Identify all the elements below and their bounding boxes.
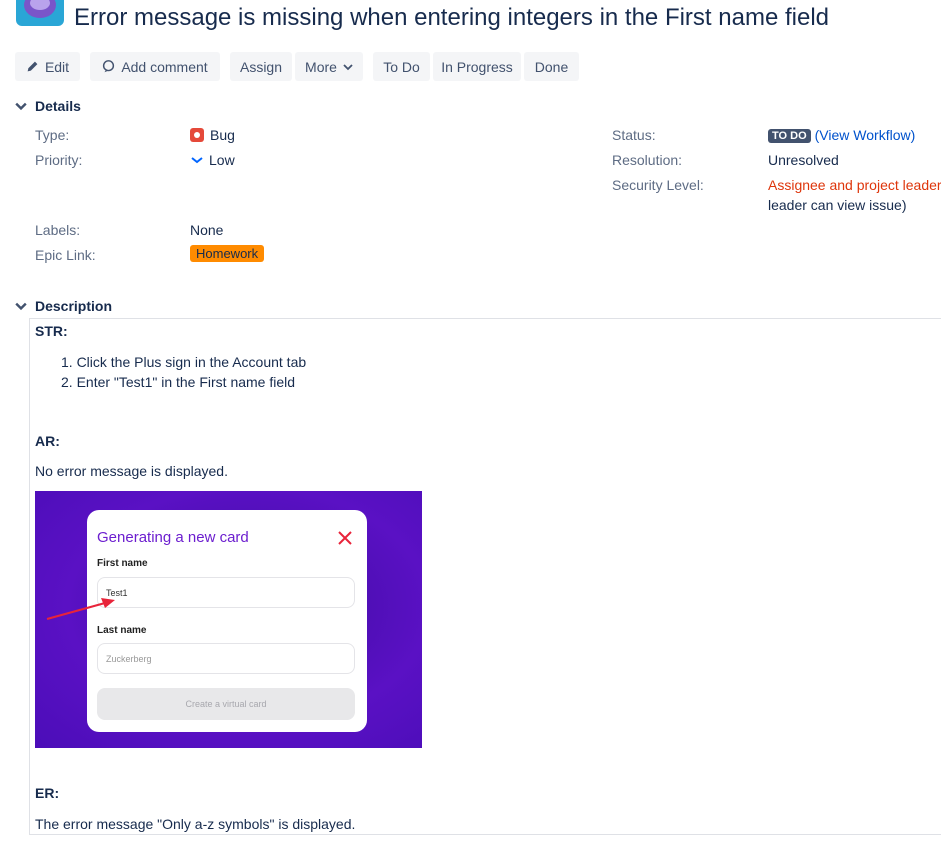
- first-name-label: First name: [97, 558, 148, 569]
- step-item: 1. Click the Plus sign in the Account ta…: [61, 354, 307, 370]
- done-label: Done: [534, 58, 569, 75]
- more-label: More: [305, 58, 337, 75]
- priority-low-icon: [191, 157, 203, 164]
- labels-label: Labels:: [35, 222, 81, 238]
- add-comment-button[interactable]: Add comment: [90, 52, 220, 81]
- last-name-field: Zuckerberg: [97, 643, 355, 674]
- epic-lozenge[interactable]: Homework: [190, 245, 265, 262]
- status-label: Status:: [612, 127, 656, 143]
- labels-value: None: [190, 222, 224, 238]
- priority-value: Low: [190, 152, 235, 168]
- resolution-label: Resolution:: [612, 152, 683, 168]
- chevron-down-icon: [343, 63, 353, 70]
- type-value: Bug: [190, 127, 235, 143]
- todo-label: To Do: [383, 58, 420, 75]
- status-lozenge: TO DO: [768, 129, 811, 143]
- in-progress-button[interactable]: In Progress: [433, 52, 521, 81]
- close-icon: [338, 531, 352, 545]
- view-workflow-link[interactable]: (View Workflow): [815, 127, 916, 143]
- todo-button[interactable]: To Do: [373, 52, 430, 81]
- er-text: The error message "Only a-z symbols" is …: [35, 816, 356, 832]
- assign-label: Assign: [239, 58, 283, 75]
- type-text: Bug: [210, 127, 235, 143]
- assign-button[interactable]: Assign: [230, 52, 292, 81]
- add-comment-label: Add comment: [121, 58, 208, 75]
- str-heading: STR:: [35, 323, 68, 339]
- resolution-value: Unresolved: [768, 152, 839, 168]
- details-toggle[interactable]: Details: [15, 98, 81, 114]
- details-heading: Details: [35, 98, 81, 114]
- er-heading: ER:: [35, 785, 60, 801]
- dialog-title: Generating a new card: [97, 529, 249, 546]
- chevron-down-icon: [15, 302, 27, 311]
- comment-icon: [103, 60, 115, 73]
- security-level-label: Security Level:: [612, 177, 704, 193]
- priority-label: Priority:: [35, 152, 83, 168]
- type-label: Type:: [35, 127, 70, 143]
- epic-link-label: Epic Link:: [35, 247, 96, 263]
- in-progress-label: In Progress: [441, 58, 513, 75]
- status-value: TO DO (View Workflow): [768, 127, 915, 143]
- first-name-field: Test1: [97, 577, 355, 608]
- issue-title: Error message is missing when entering i…: [74, 4, 829, 31]
- bug-icon: [190, 128, 204, 142]
- pencil-icon: [27, 61, 38, 72]
- step-item: 2. Enter "Test1" in the First name field: [61, 374, 296, 390]
- new-card-dialog: Generating a new card First name Test1 L…: [87, 510, 367, 732]
- chevron-down-icon: [15, 102, 27, 111]
- ar-text: No error message is displayed.: [35, 463, 228, 479]
- security-level-value: Assignee and project leader: [768, 177, 941, 193]
- epic-link-value[interactable]: Homework: [190, 245, 265, 262]
- done-button[interactable]: Done: [524, 52, 579, 81]
- description-heading: Description: [35, 298, 113, 314]
- red-arrow-annotation: [46, 598, 115, 620]
- priority-text: Low: [209, 152, 235, 168]
- more-button[interactable]: More: [295, 52, 363, 81]
- project-avatar: [16, 0, 64, 26]
- edit-button[interactable]: Edit: [15, 52, 80, 81]
- description-toggle[interactable]: Description: [15, 298, 112, 314]
- edit-label: Edit: [44, 58, 70, 75]
- attached-screenshot[interactable]: Generating a new card First name Test1 L…: [35, 491, 422, 748]
- ar-heading: AR:: [35, 433, 60, 449]
- create-card-button: Create a virtual card: [97, 688, 355, 720]
- security-level-note: leader can view issue): [768, 197, 907, 213]
